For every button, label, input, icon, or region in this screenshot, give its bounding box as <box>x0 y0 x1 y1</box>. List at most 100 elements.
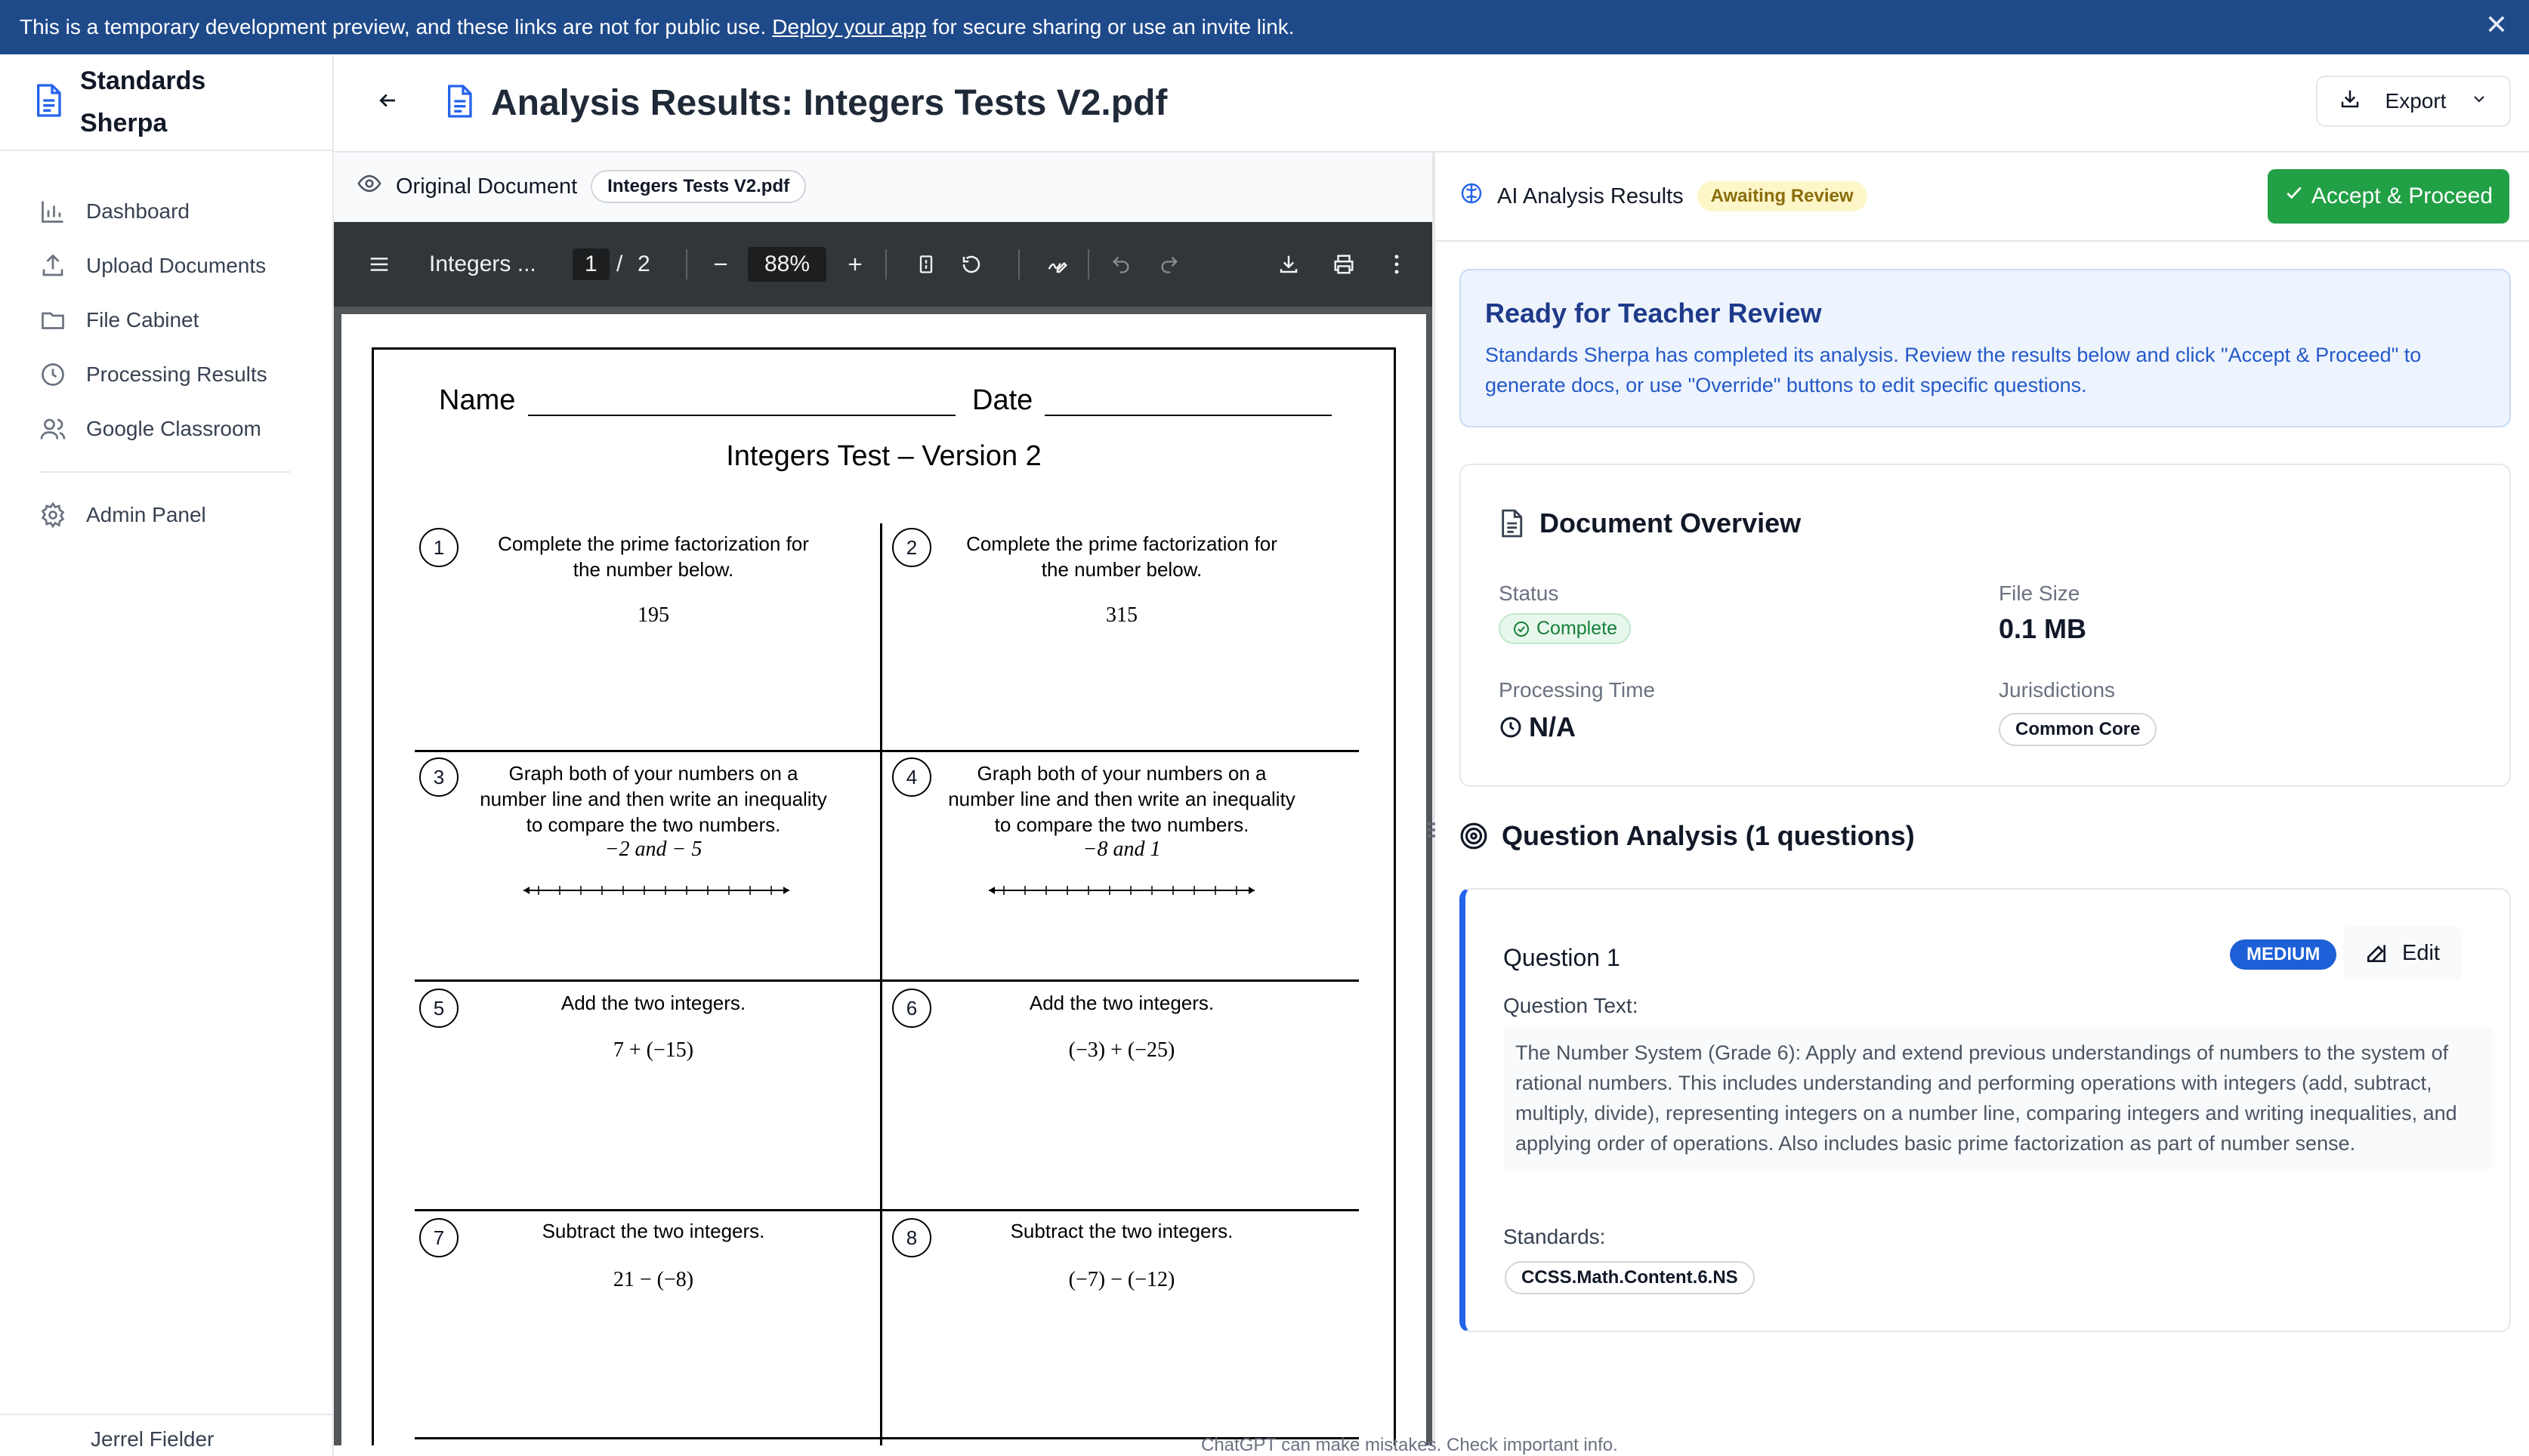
jurisdiction-badge: Common Core <box>1999 713 2157 746</box>
zoom-out-icon[interactable] <box>707 222 734 307</box>
accept-proceed-button[interactable]: Accept & Proceed <box>2268 169 2509 224</box>
question-8-value: (−7) − (−12) <box>1068 1268 1175 1291</box>
sidebar-item-label: Google Classroom <box>86 417 261 440</box>
rotate-icon[interactable] <box>958 222 985 307</box>
preview-banner: This is a temporary development preview,… <box>0 0 2529 54</box>
check-icon <box>2284 184 2304 209</box>
document-icon <box>444 83 474 123</box>
file-name-badge: Integers Tests V2.pdf <box>591 170 807 203</box>
question-2-prompt: Complete the prime factorization for the … <box>966 532 1277 581</box>
page-header: Analysis Results: Integers Tests V2.pdf … <box>334 54 2529 153</box>
status-badge: Awaiting Review <box>1697 181 1867 211</box>
fit-page-icon[interactable] <box>912 222 940 307</box>
accept-label: Accept & Proceed <box>2311 184 2493 208</box>
download-icon <box>2339 88 2361 116</box>
question-number: 5 <box>419 989 459 1028</box>
sidebar-item-dashboard[interactable]: Dashboard <box>0 184 332 239</box>
test-frame: Name Date Integers Test – Version 2 1 Co… <box>372 347 1396 1445</box>
standards-label: Standards: <box>1503 1225 1606 1248</box>
page-title: Analysis Results: Integers Tests V2.pdf <box>491 82 1168 123</box>
test-title: Integers Test – Version 2 <box>726 440 1042 472</box>
sidebar-item-admin-panel[interactable]: Admin Panel <box>0 488 332 542</box>
redo-icon[interactable] <box>1156 222 1183 307</box>
back-arrow-icon[interactable] <box>376 87 399 119</box>
pdf-viewport[interactable]: Name Date Integers Test – Version 2 1 Co… <box>334 307 1432 1445</box>
question-1-value: 195 <box>638 603 669 627</box>
sidebar-nav: Dashboard Upload Documents File Cabinet … <box>0 151 332 542</box>
question-title: Question 1 <box>1503 944 1620 971</box>
upload-icon <box>38 251 68 281</box>
sidebar-item-file-cabinet[interactable]: File Cabinet <box>0 293 332 347</box>
target-icon <box>1460 822 1487 850</box>
sidebar: Standards Sherpa Dashboard Upload Docume… <box>0 54 334 1456</box>
question-4-prompt: Graph both of your numbers on a number li… <box>948 762 1295 836</box>
question-analysis-title: Question Analysis (1 questions) <box>1459 820 1915 852</box>
review-title: Ready for Teacher Review <box>1485 298 1822 329</box>
question-number: 2 <box>892 528 931 567</box>
page-separator: / <box>616 251 623 276</box>
original-document-pane: Original Document Integers Tests V2.pdf … <box>334 153 1435 1445</box>
sidebar-item-upload-documents[interactable]: Upload Documents <box>0 239 332 293</box>
difficulty-badge: MEDIUM <box>2230 939 2337 970</box>
document-icon <box>1502 509 1523 538</box>
question-text-label: Question Text: <box>1503 994 1638 1017</box>
edit-icon <box>2367 945 2385 962</box>
question-number: 1 <box>419 528 459 567</box>
edit-button[interactable]: Edit <box>2343 926 2461 980</box>
sidebar-item-label: Admin Panel <box>86 503 206 526</box>
question-4-value: −8 and 1 <box>1082 838 1161 861</box>
question-number: 3 <box>419 757 459 797</box>
file-size-label: File Size <box>1999 581 2080 605</box>
brand[interactable]: Standards Sherpa <box>0 54 332 151</box>
sidebar-item-processing-results[interactable]: Processing Results <box>0 347 332 402</box>
chevron-down-icon <box>2470 89 2488 113</box>
number-line <box>523 886 789 895</box>
menu-icon[interactable] <box>364 222 394 307</box>
standard-badge: CCSS.Math.Content.6.NS <box>1505 1261 1755 1294</box>
question-1-prompt: Complete the prime factorization for the … <box>498 532 809 581</box>
overview-title: Document Overview <box>1499 507 1801 539</box>
question-number: 6 <box>892 989 931 1028</box>
question-2-value: 315 <box>1106 603 1138 627</box>
analysis-header-label: AI Analysis Results <box>1497 184 1684 208</box>
zoom-in-icon[interactable] <box>841 222 869 307</box>
pdf-toolbar: Integers ... 1 / 2 88% <box>334 222 1432 307</box>
export-button[interactable]: Export <box>2316 76 2511 127</box>
sidebar-item-label: Upload Documents <box>86 254 267 277</box>
gear-icon <box>38 500 68 530</box>
download-icon[interactable] <box>1275 222 1302 307</box>
more-options-icon[interactable] <box>1385 222 1408 307</box>
question-number: 8 <box>892 1218 931 1257</box>
eye-icon <box>357 171 382 202</box>
undo-icon[interactable] <box>1107 222 1135 307</box>
analysis-header: AI Analysis Results Awaiting Review Acce… <box>1435 153 2529 242</box>
disclaimer-text: ChatGPT can make mistakes. Check importa… <box>1201 1435 1618 1455</box>
folder-icon <box>38 305 68 335</box>
question-7-value: 21 − (−8) <box>613 1268 694 1291</box>
deploy-app-link[interactable]: Deploy your app <box>772 15 926 39</box>
question-3-value: −2 and − 5 <box>604 838 702 861</box>
complete-badge: Complete <box>1499 613 1631 644</box>
pdf-page: Name Date Integers Test – Version 2 1 Co… <box>341 314 1426 1445</box>
zoom-level[interactable]: 88% <box>748 222 827 307</box>
export-label: Export <box>2385 89 2447 113</box>
print-icon[interactable] <box>1329 222 1358 307</box>
question-5-value: 7 + (−15) <box>613 1038 694 1062</box>
banner-text-after: for secure sharing or use an invite link… <box>932 15 1295 39</box>
question-5-prompt: Add the two integers. <box>560 992 746 1014</box>
sidebar-item-label: Dashboard <box>86 199 190 223</box>
annotate-icon[interactable] <box>1044 222 1071 307</box>
clock-icon <box>1500 717 1521 738</box>
number-line <box>989 886 1255 895</box>
sidebar-item-google-classroom[interactable]: Google Classroom <box>0 402 332 456</box>
status-label: Status <box>1499 581 1559 605</box>
close-icon[interactable]: ✕ <box>2485 9 2508 41</box>
page-number-input[interactable]: 1 <box>573 222 610 307</box>
question-number: 7 <box>419 1218 459 1257</box>
document-header: Original Document Integers Tests V2.pdf <box>334 153 1435 221</box>
check-circle-icon <box>1514 621 1529 637</box>
question-text: The Number System (Grade 6): Apply and e… <box>1503 1027 2493 1169</box>
question-8-prompt: Subtract the two integers. <box>1010 1220 1234 1242</box>
analysis-pane: AI Analysis Results Awaiting Review Acce… <box>1435 153 2529 1445</box>
user-profile[interactable]: Jerrel Fielder <box>0 1414 334 1456</box>
